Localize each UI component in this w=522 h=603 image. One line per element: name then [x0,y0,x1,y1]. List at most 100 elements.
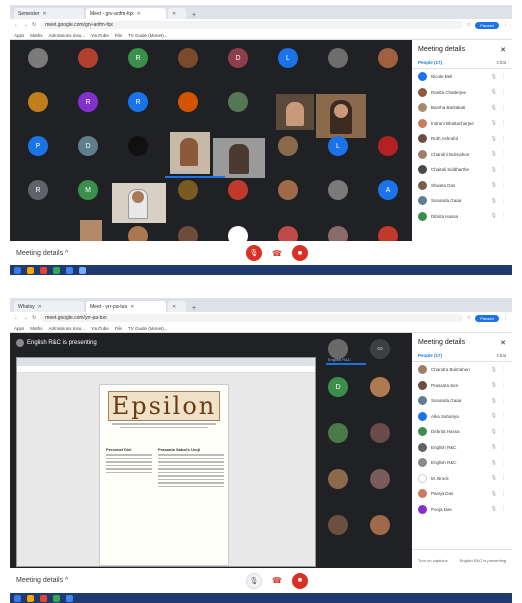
participant-tile[interactable] [328,180,348,200]
participant-tile[interactable] [370,515,390,535]
participant-row[interactable]: Dibrita Hassa 🎙 ⋮ [412,209,512,225]
more-icon[interactable]: ⋮ [501,105,506,111]
participant-tile[interactable]: A [378,180,398,200]
close-icon[interactable]: ✕ [42,11,46,17]
more-icon[interactable]: ⋮ [501,136,506,142]
participant-row[interactable]: Chandra Bulmahon 🎙 ⋮ [412,362,512,378]
app-icon[interactable] [79,266,86,274]
star-icon[interactable]: ☆ [467,22,471,28]
close-icon[interactable]: ✕ [500,46,506,54]
participant-tile[interactable] [378,136,398,156]
participant-tile[interactable] [328,469,348,489]
participant-tile[interactable]: R [128,92,148,112]
more-icon[interactable]: ⋮ [501,74,506,80]
participant-tile[interactable] [178,48,198,68]
participant-video[interactable] [316,94,366,138]
browser-tab[interactable]: Semester ✕ [14,8,84,19]
app-icon[interactable] [66,266,73,274]
participant-tile[interactable]: M [78,180,98,200]
new-tab-icon[interactable]: + [188,12,200,19]
forward-icon[interactable]: → [23,22,28,28]
close-icon[interactable]: ✕ [130,304,134,310]
more-icon[interactable]: ⋮ [501,413,506,419]
mic-button[interactable]: 🎙 [246,572,262,589]
reload-icon[interactable]: ↻ [32,22,36,28]
participant-tile[interactable] [178,92,198,112]
tab-chat[interactable]: Chat [496,60,506,65]
browser-tab[interactable]: ✕ [168,8,186,19]
more-icon[interactable]: ⋮ [501,167,506,173]
participant-row[interactable]: Nicole Bell 🎙 ⋮ [412,69,512,85]
participant-tile[interactable] [228,180,248,200]
star-icon[interactable]: ☆ [467,315,471,321]
participant-tile[interactable]: D [228,48,248,68]
browser-icon[interactable] [40,594,47,602]
participant-tile[interactable]: L [328,136,348,156]
participant-row[interactable]: M. Brock 🎙 ⋮ [412,471,512,487]
close-icon[interactable]: ✕ [137,11,141,17]
participant-row[interactable]: English R&C 🎙 ⋮ [412,455,512,471]
camera-off-button[interactable]: ■ [292,572,308,589]
tab-people[interactable]: People (17) [418,60,442,65]
participant-tile[interactable]: D [78,136,98,156]
participant-video[interactable] [213,138,265,178]
participant-tile[interactable]: L [278,48,298,68]
app-icon[interactable] [66,594,73,602]
present-button[interactable]: English R&C is presenting [460,558,506,563]
participant-row[interactable]: Shweta Das 🎙 ⋮ [412,178,512,194]
more-icon[interactable]: ⋮ [501,429,506,435]
back-icon[interactable]: ← [14,22,19,28]
participant-tile[interactable] [370,377,390,397]
bookmark-item[interactable]: Admissions Insu... [49,326,86,331]
address-bar[interactable]: meet.google.com/grv-anfm-fqx [40,21,463,29]
participant-tile[interactable]: P [28,136,48,156]
participant-tile[interactable] [78,48,98,68]
reload-icon[interactable]: ↻ [32,315,36,321]
more-icon[interactable]: ⋮ [501,198,506,204]
participant-row[interactable]: Sunanda Gaaa 🎙 ⋮ [412,193,512,209]
bookmark-item[interactable]: YouTube [91,33,109,38]
more-icon[interactable]: ∞ [370,339,390,359]
participant-row[interactable]: Chandni Bulmahon 🎙 ⋮ [412,147,512,163]
more-icon[interactable]: ⋮ [501,367,506,373]
app-icon[interactable] [53,594,60,602]
menu-icon[interactable]: ⋮ [503,22,508,28]
captions-button[interactable]: Turn on captions [418,558,448,563]
start-icon[interactable] [14,594,21,602]
camera-off-button[interactable]: ■ [292,245,308,261]
more-icon[interactable]: ⋮ [501,460,506,466]
participant-row[interactable]: English R&C 🎙 ⋮ [412,440,512,456]
participant-tile[interactable]: R [28,180,48,200]
participant-tile[interactable]: D [328,377,348,397]
leave-call-button[interactable]: ☎ [272,245,282,261]
bookmark-item[interactable]: Maths [30,326,42,331]
more-icon[interactable]: ⋮ [501,491,506,497]
more-icon[interactable]: ⋮ [501,213,506,219]
browser-icon[interactable] [40,266,47,274]
tab-chat[interactable]: Chat [496,353,506,358]
app-icon[interactable] [53,266,60,274]
participant-row[interactable]: Prasanta Sen 🎙 ⋮ [412,378,512,394]
participant-video[interactable] [80,220,102,242]
participant-video[interactable] [112,183,166,223]
participant-row[interactable]: Ranita Chatterjee 🎙 ⋮ [412,85,512,101]
bookmark-item[interactable]: YouTube [91,326,109,331]
bookmark-item[interactable]: Apps [14,326,24,331]
participant-row[interactable]: Barsha Barkakati 🎙 ⋮ [412,100,512,116]
address-bar[interactable]: meet.google.com/yrr-pa-tuo [40,314,463,322]
more-icon[interactable]: ⋮ [501,475,506,481]
forward-icon[interactable]: → [23,315,28,321]
more-icon[interactable]: ⋮ [501,182,506,188]
browser-tab[interactable]: Whatsy ✕ [14,301,84,312]
mic-off-button[interactable]: 🎙 [246,245,262,261]
browser-tab-active[interactable]: Meet - yrr-pa-tuo ✕ [86,301,166,312]
bookmark-item[interactable]: File [115,33,122,38]
participant-tile[interactable]: R [128,48,148,68]
participant-tile[interactable] [128,136,148,156]
more-icon[interactable]: ⋮ [501,120,506,126]
participant-row[interactable]: Pooja Das 🎙 ⋮ [412,502,512,518]
leave-call-button[interactable]: ☎ [272,573,282,589]
participant-tile[interactable] [378,48,398,68]
participant-row[interactable]: Alka Sahariya 🎙 ⋮ [412,409,512,425]
close-icon[interactable]: ✕ [38,304,42,310]
